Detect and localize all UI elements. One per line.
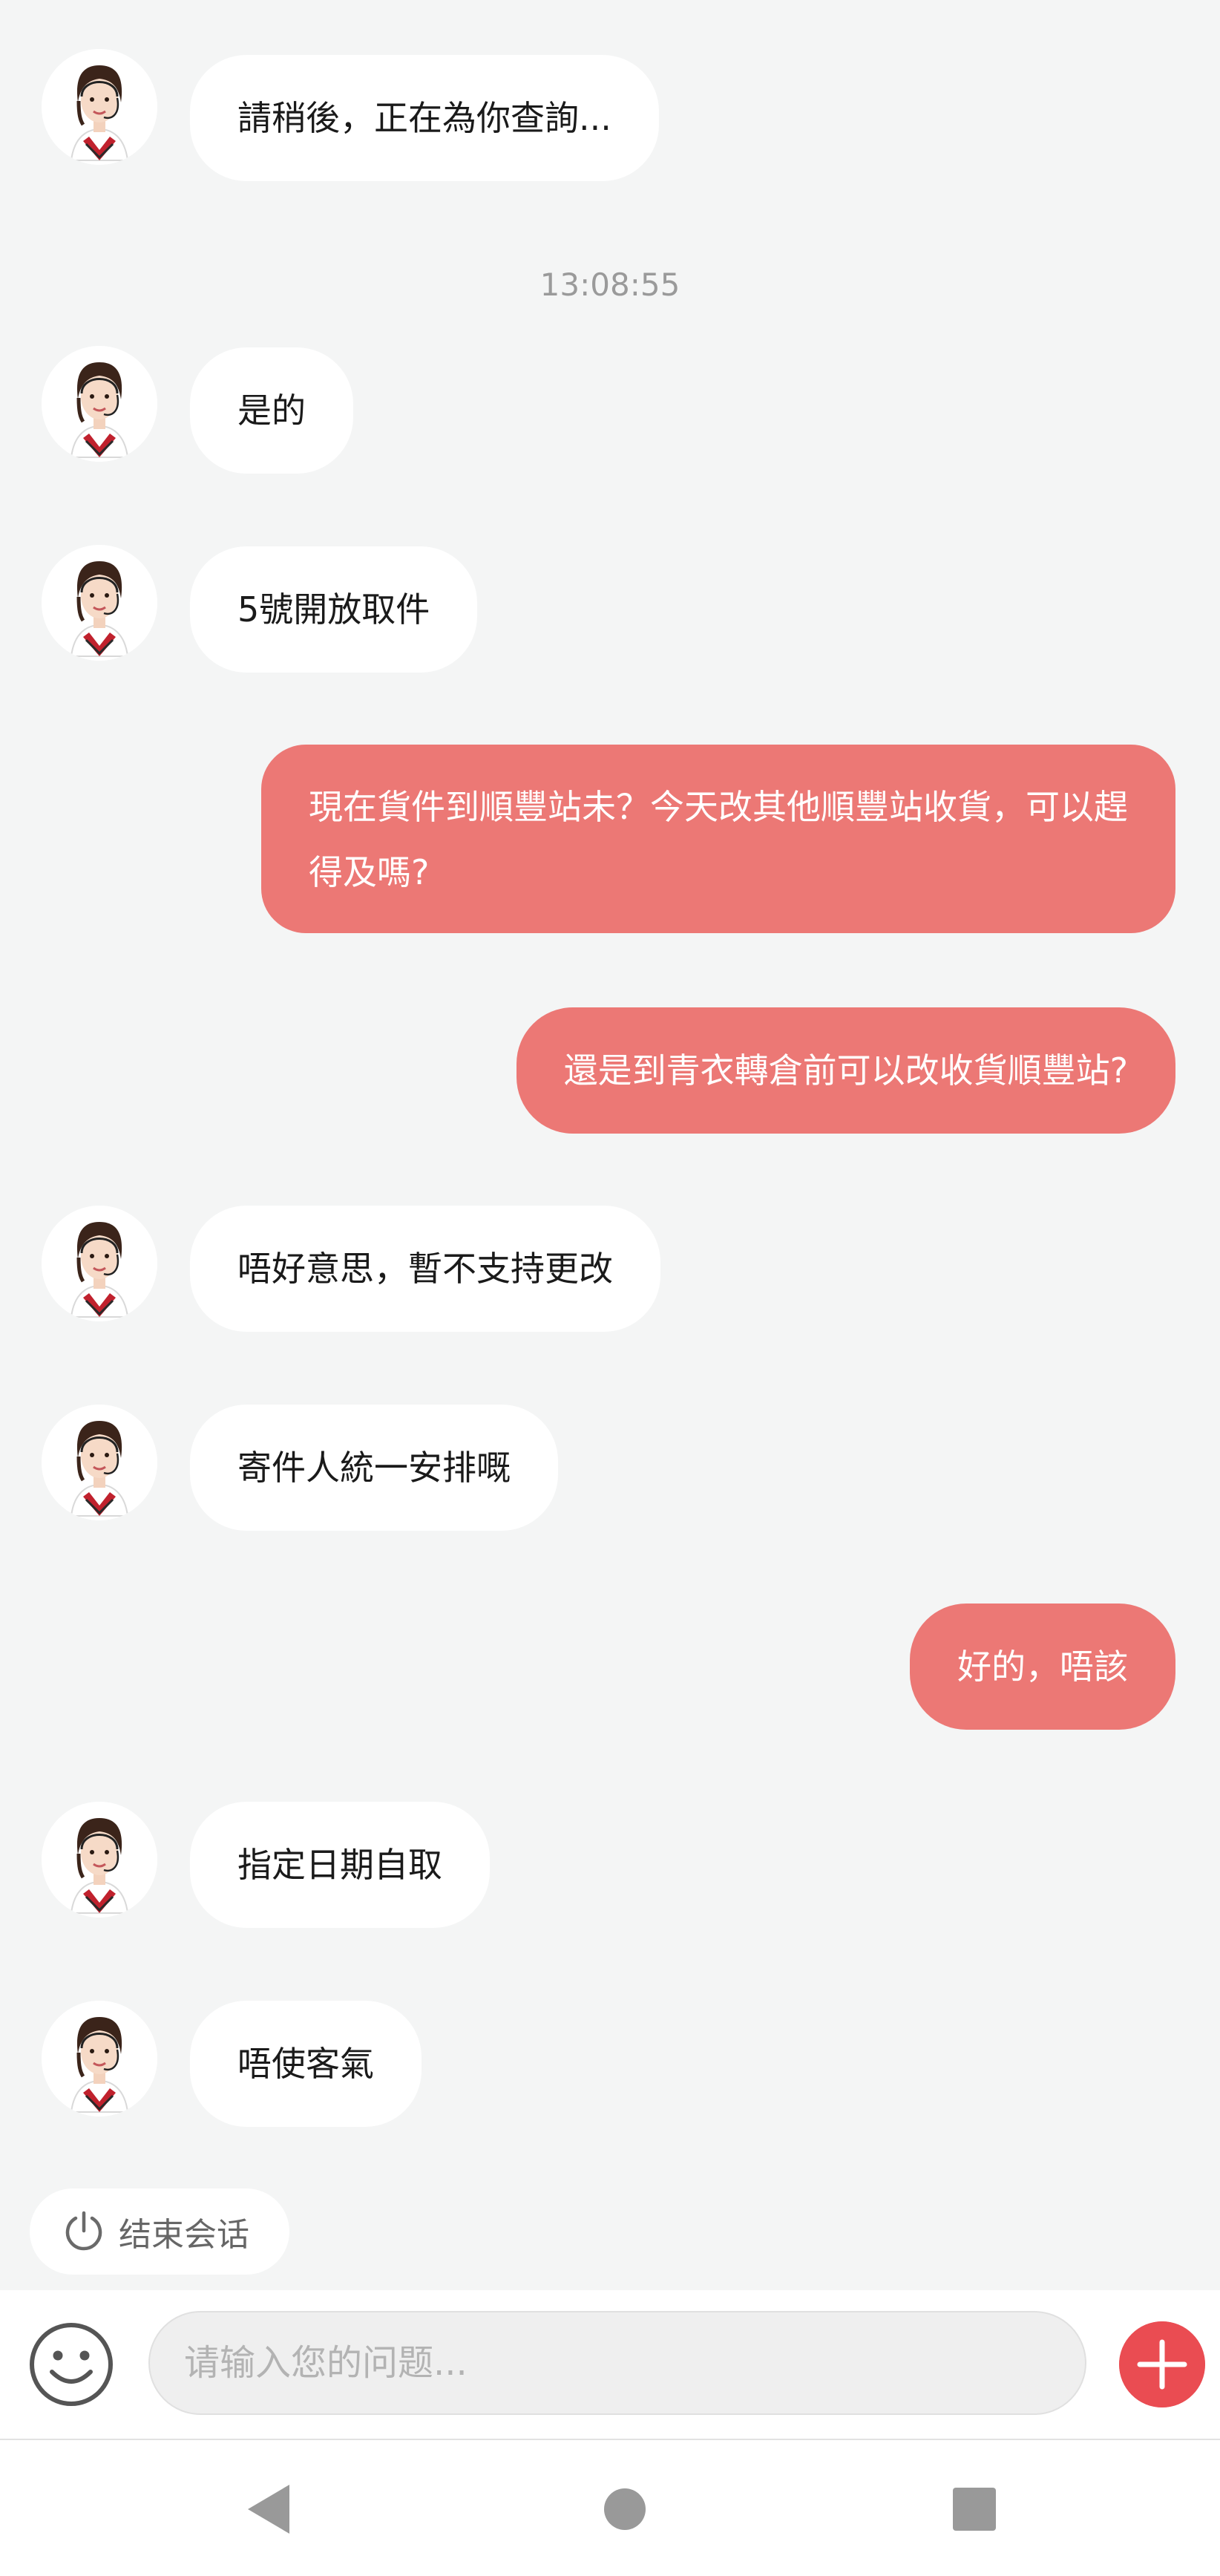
home-icon[interactable] xyxy=(591,2476,658,2543)
plus-icon[interactable] xyxy=(1119,2321,1205,2407)
message-input[interactable] xyxy=(148,2311,1086,2415)
agent-avatar xyxy=(42,1405,157,1520)
agent-avatar xyxy=(42,545,157,661)
incoming-message: 是的 xyxy=(190,347,353,474)
incoming-message: 5號開放取件 xyxy=(190,546,478,673)
recents-icon[interactable] xyxy=(941,2476,1008,2543)
agent-avatar xyxy=(42,1206,157,1321)
system-navigation-bar xyxy=(0,2440,1220,2576)
agent-avatar xyxy=(42,2001,157,2116)
smiley-icon[interactable] xyxy=(27,2320,116,2409)
agent-avatar xyxy=(42,1802,157,1918)
agent-avatar xyxy=(42,49,157,165)
outgoing-message: 現在貨件到順豐站未？今天改其他順豐站收貨，可以趕得及嗎? xyxy=(261,745,1175,933)
power-icon xyxy=(65,2211,102,2251)
incoming-message: 唔好意思，暫不支持更改 xyxy=(190,1206,660,1332)
back-icon[interactable] xyxy=(236,2476,303,2543)
chat-history[interactable]: 請稍後，正在為你查詢... 13:08:55 是的 5號開放取件 現在貨件到順豐… xyxy=(0,0,1220,2290)
input-bar xyxy=(0,2290,1220,2440)
incoming-message: 寄件人統一安排嘅 xyxy=(190,1405,558,1531)
agent-avatar xyxy=(42,346,157,462)
outgoing-message: 還是到青衣轉倉前可以改收貨順豐站? xyxy=(516,1007,1175,1134)
incoming-message: 請稍後，正在為你查詢... xyxy=(190,55,659,181)
outgoing-message: 好的，唔該 xyxy=(910,1604,1175,1730)
end-session-label: 结束会话 xyxy=(119,2216,249,2254)
incoming-message: 指定日期自取 xyxy=(190,1802,490,1928)
message-timestamp: 13:08:55 xyxy=(540,267,680,303)
incoming-message: 唔使客氣 xyxy=(190,2001,422,2127)
end-session-button[interactable]: 结束会话 xyxy=(30,2188,289,2275)
